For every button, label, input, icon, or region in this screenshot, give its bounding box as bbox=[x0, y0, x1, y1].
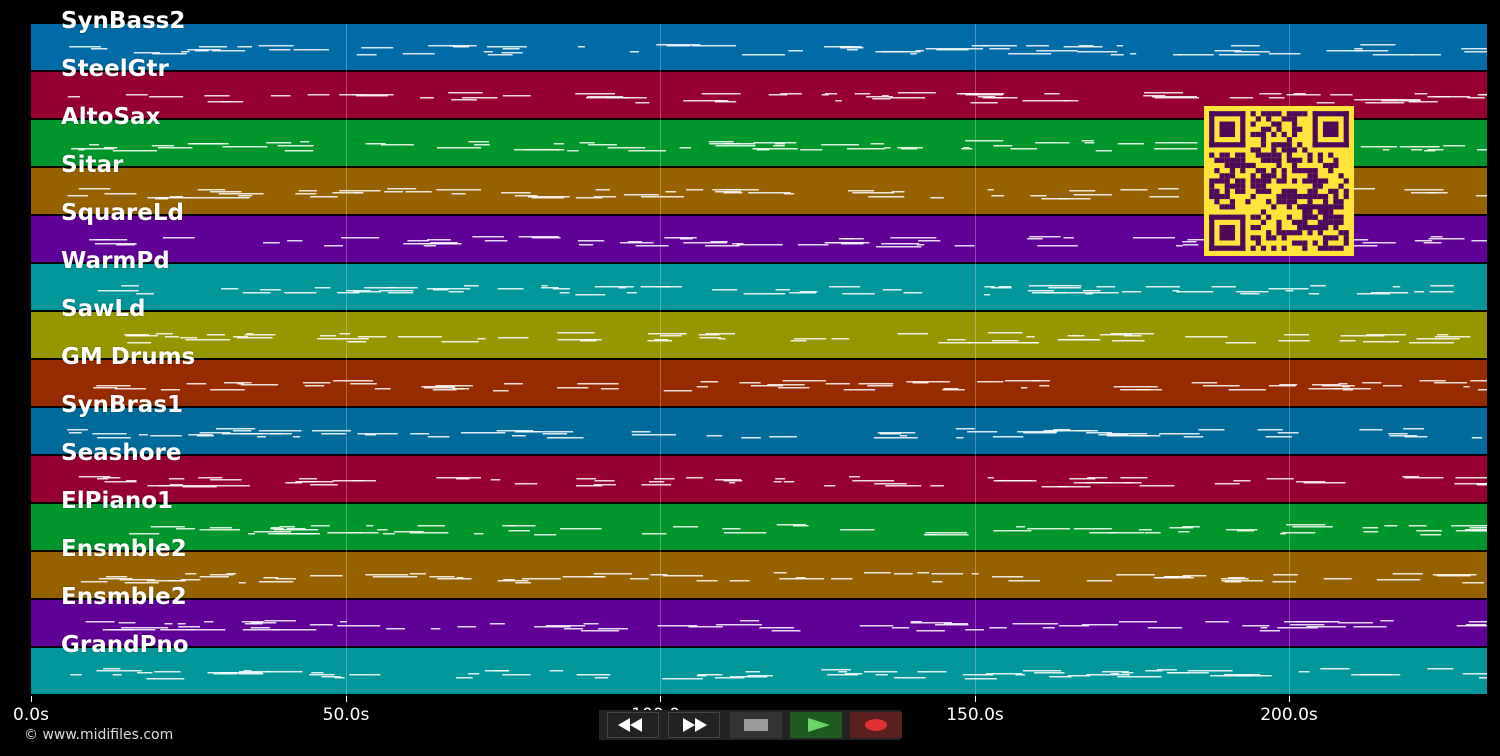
track-label: SynBras1 bbox=[61, 392, 184, 418]
track-label: ElPiano1 bbox=[61, 488, 174, 514]
play-icon bbox=[808, 718, 830, 732]
note-strokes bbox=[70, 668, 1487, 680]
note-strokes bbox=[67, 428, 1483, 439]
tick-label-50: 50.0s bbox=[322, 705, 370, 725]
note-strokes bbox=[129, 524, 1487, 536]
record-icon bbox=[865, 719, 887, 731]
rewind-icon bbox=[618, 718, 642, 732]
track-label: Ensmble2 bbox=[61, 536, 187, 562]
note-strokes bbox=[69, 44, 1487, 56]
fast-forward-button[interactable] bbox=[668, 712, 720, 738]
track-label: SynBass2 bbox=[61, 8, 186, 34]
note-strokes bbox=[97, 285, 1454, 296]
copyright-text: © www.midifiles.com bbox=[24, 727, 174, 743]
track-label: AltoSax bbox=[61, 104, 161, 130]
track-label: SteelGtr bbox=[61, 56, 169, 82]
track-label: Seashore bbox=[61, 440, 182, 466]
record-button[interactable] bbox=[850, 712, 902, 738]
track-label: GM Drums bbox=[61, 344, 196, 370]
rewind-button[interactable] bbox=[607, 712, 659, 738]
tick-mark-0 bbox=[31, 696, 32, 702]
note-strokes bbox=[80, 572, 1484, 584]
track-lane[interactable] bbox=[31, 552, 1487, 598]
fast-forward-icon bbox=[683, 718, 707, 732]
tick-mark-100 bbox=[660, 696, 661, 702]
stop-icon bbox=[744, 719, 768, 731]
tick-label-0: 0.0s bbox=[13, 705, 49, 725]
track-lane[interactable] bbox=[31, 504, 1487, 550]
tick-label-150: 150.0s bbox=[946, 705, 1004, 725]
track-label: SawLd bbox=[61, 296, 146, 322]
track-label: WarmPd bbox=[61, 248, 170, 274]
tick-mark-200 bbox=[1289, 696, 1290, 702]
track-lane[interactable] bbox=[31, 360, 1487, 406]
track-lane[interactable] bbox=[31, 456, 1487, 502]
transport-controls bbox=[599, 710, 902, 740]
note-strokes bbox=[93, 380, 1487, 392]
note-strokes bbox=[78, 476, 1487, 488]
track-lane[interactable] bbox=[31, 648, 1487, 694]
track-lane[interactable] bbox=[31, 600, 1487, 646]
tick-mark-50 bbox=[346, 696, 347, 702]
qr-code bbox=[1204, 106, 1354, 256]
note-strokes bbox=[124, 332, 1471, 344]
play-button[interactable] bbox=[790, 712, 842, 738]
grid-line-100s bbox=[660, 24, 661, 696]
tick-mark-150 bbox=[975, 696, 976, 702]
track-lane[interactable] bbox=[31, 408, 1487, 454]
grid-line-50s bbox=[346, 24, 347, 696]
track-label: SquareLd bbox=[61, 200, 184, 226]
track-lane[interactable] bbox=[31, 24, 1487, 70]
grid-line-150s bbox=[975, 24, 976, 696]
note-strokes bbox=[85, 620, 1487, 632]
track-label: GrandPno bbox=[61, 632, 189, 658]
track-label: Sitar bbox=[61, 152, 124, 178]
track-lane[interactable] bbox=[31, 312, 1487, 358]
track-lane[interactable] bbox=[31, 264, 1487, 310]
tick-label-200: 200.0s bbox=[1260, 705, 1318, 725]
stop-button[interactable] bbox=[730, 712, 782, 738]
track-label: Ensmble2 bbox=[61, 584, 187, 610]
